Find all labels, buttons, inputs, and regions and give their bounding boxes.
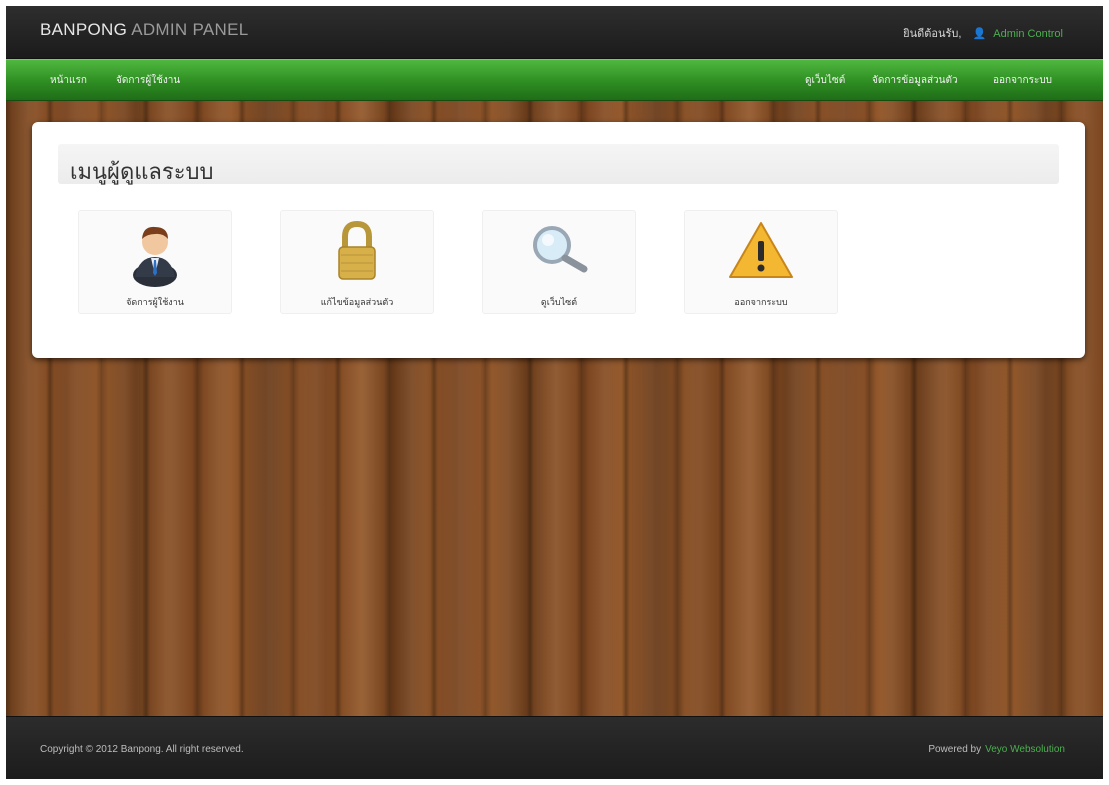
tile-edit-profile[interactable]: แก้ไขข้อมูลส่วนตัว [280, 210, 434, 314]
tile-label: จัดการผู้ใช้งาน [126, 297, 184, 307]
brand-strong: BANPONG [40, 20, 128, 39]
warning-icon [729, 222, 793, 278]
nav-manage-profile[interactable]: จัดการข้อมูลส่วนตัว [872, 73, 958, 88]
top-bar: BANPONG ADMIN PANEL ยินดีต้อนรับ, 👤 Admi… [6, 6, 1103, 59]
tile-label: แก้ไขข้อมูลส่วนตัว [320, 297, 394, 307]
tile-manage-users[interactable]: จัดการผู้ใช้งาน [78, 210, 232, 314]
copyright-text: Copyright © 2012 Banpong. All right rese… [40, 744, 244, 755]
main-nav: หน้าแรก จัดการผู้ใช้งาน ดูเว็บไซต์ จัดกา… [6, 59, 1103, 101]
welcome-text: ยินดีต้อนรับ, [903, 28, 962, 40]
powered-brand-link[interactable]: Veyo Websolution [985, 744, 1065, 755]
tile-label: ดูเว็บไซต์ [540, 297, 578, 307]
footer: Copyright © 2012 Banpong. All right rese… [6, 716, 1103, 779]
powered-prefix: Powered by [928, 744, 982, 755]
tile-label: ออกจากระบบ [734, 297, 788, 307]
tile-logout[interactable]: ออกจากระบบ [684, 210, 838, 314]
nav-view-website[interactable]: ดูเว็บไซต์ [805, 73, 845, 88]
page-frame: BANPONG ADMIN PANEL ยินดีต้อนรับ, 👤 Admi… [6, 6, 1103, 779]
tile-view-website[interactable]: ดูเว็บไซต์ [482, 210, 636, 314]
nav-home[interactable]: หน้าแรก [50, 73, 87, 88]
admin-menu-panel: เมนูผู้ดูแลระบบ จัดการผู้ใช้งาน แก้ไขข้อ… [32, 122, 1085, 358]
welcome-area: ยินดีต้อนรับ, 👤 Admin Control [903, 24, 1063, 42]
admin-user-icon [133, 226, 177, 287]
page-title: เมนูผู้ดูแลระบบ [70, 159, 214, 184]
user-icon: 👤 [972, 28, 987, 40]
magnifier-icon [533, 226, 588, 273]
brand-light: ADMIN PANEL [127, 20, 249, 39]
admin-control-link[interactable]: Admin Control [993, 28, 1063, 40]
powered-by: Powered by Veyo Websolution [928, 744, 1065, 755]
lock-icon [338, 220, 376, 280]
nav-logout[interactable]: ออกจากระบบ [993, 73, 1052, 88]
brand-logo[interactable]: BANPONG ADMIN PANEL [40, 20, 249, 40]
nav-manage-users[interactable]: จัดการผู้ใช้งาน [116, 73, 180, 88]
